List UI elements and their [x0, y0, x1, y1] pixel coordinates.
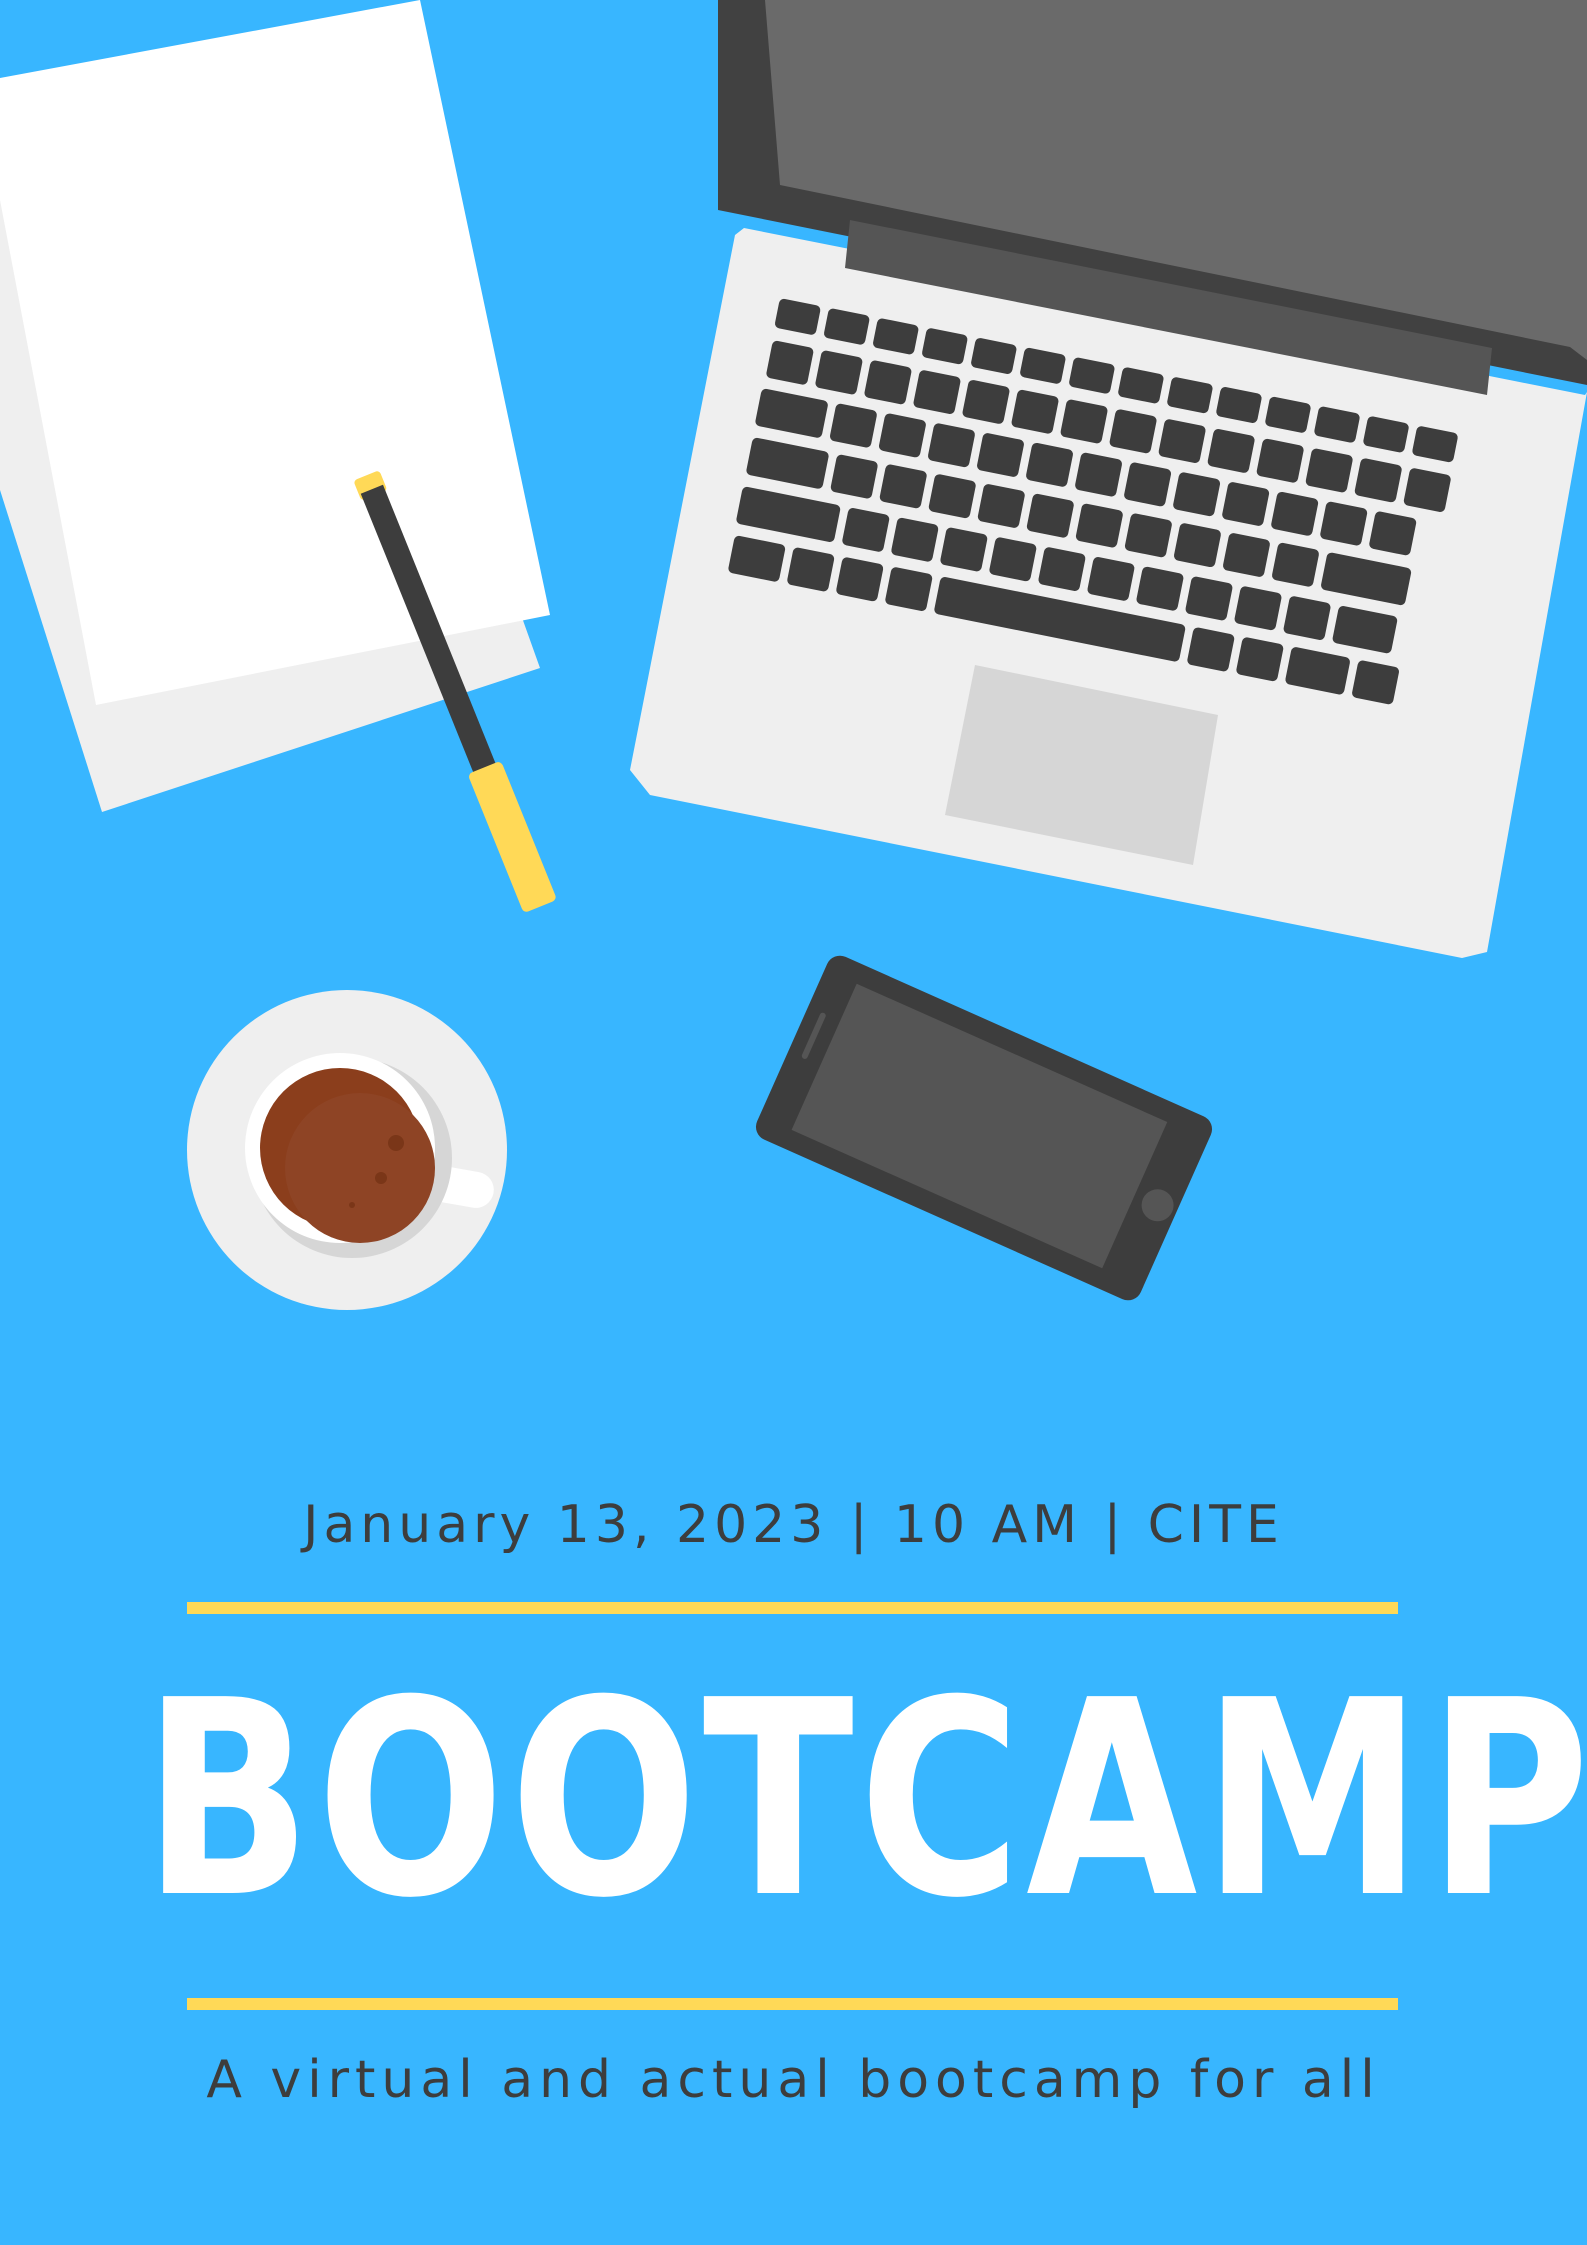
event-details: January 13, 2023 | 10 AM | CITE	[303, 1495, 1284, 1555]
smartphone-icon	[755, 955, 1213, 1301]
event-poster: January 13, 2023 | 10 AM | CITE BOOTCAMP…	[0, 0, 1587, 2245]
coffee-cup-icon	[187, 990, 507, 1310]
poster-tagline: A virtual and actual bootcamp for all	[206, 2050, 1381, 2110]
paper-stack-icon	[0, 0, 550, 812]
desk-illustration	[0, 0, 1587, 1310]
laptop-icon	[630, 0, 1587, 958]
divider-bottom	[187, 1998, 1398, 2010]
divider-top	[187, 1602, 1398, 1614]
poster-title: BOOTCAMP	[142, 1642, 1587, 1957]
